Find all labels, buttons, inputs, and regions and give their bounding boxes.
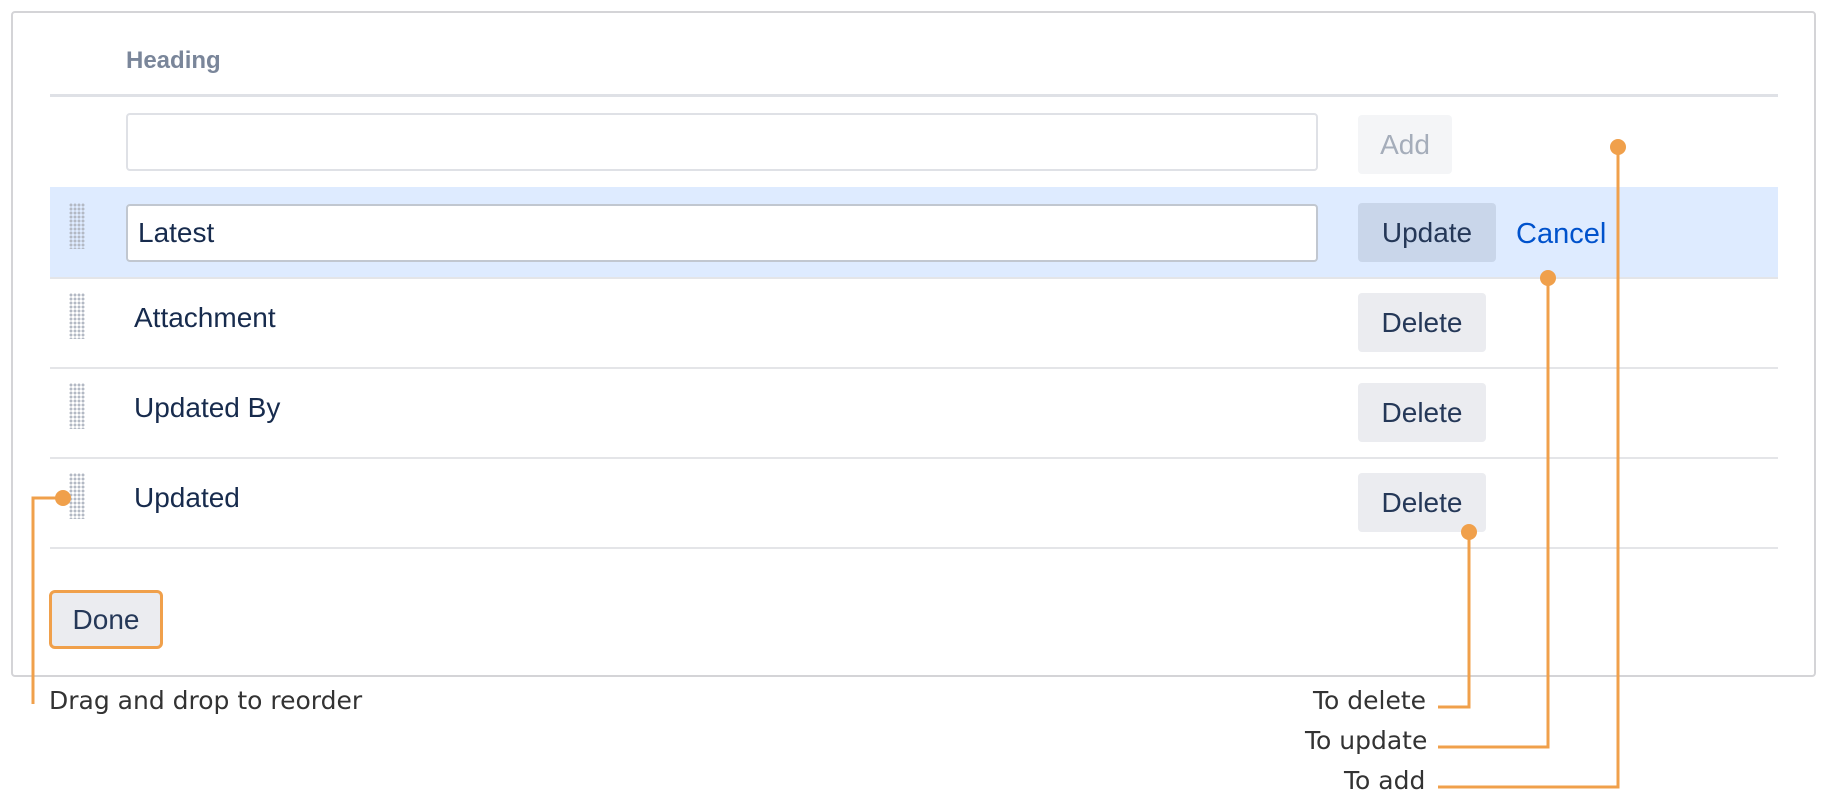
done-button[interactable]: Done — [49, 590, 163, 649]
header-divider — [50, 94, 1778, 97]
drag-handle-icon[interactable] — [69, 473, 85, 519]
new-heading-input[interactable] — [126, 113, 1318, 171]
edit-heading-input[interactable] — [126, 204, 1318, 262]
column-heading: Heading — [126, 47, 221, 74]
annotation-add: To add — [1344, 766, 1426, 795]
list-item-label: Updated — [134, 482, 240, 513]
annotation-update: To update — [1305, 726, 1428, 755]
annotation-reorder: Drag and drop to reorder — [49, 686, 363, 715]
annotation-delete: To delete — [1313, 686, 1427, 715]
column-config-screen: Heading Add Update Cancel Attachment Del… — [0, 0, 1828, 805]
update-button[interactable]: Update — [1358, 203, 1496, 262]
table-panel — [11, 11, 1816, 677]
row-divider — [50, 367, 1778, 369]
cancel-link[interactable]: Cancel — [1516, 218, 1606, 251]
drag-handle-icon[interactable] — [69, 203, 85, 249]
row-divider — [50, 277, 1778, 279]
list-item-label: Updated By — [134, 392, 281, 423]
drag-handle-icon[interactable] — [69, 293, 85, 339]
row-divider — [50, 547, 1778, 549]
delete-button[interactable]: Delete — [1358, 383, 1486, 442]
drag-handle-icon[interactable] — [69, 383, 85, 429]
list-item-label: Attachment — [134, 302, 276, 333]
row-divider — [50, 457, 1778, 459]
delete-button[interactable]: Delete — [1358, 473, 1486, 532]
delete-button[interactable]: Delete — [1358, 293, 1486, 352]
add-button[interactable]: Add — [1358, 115, 1452, 174]
